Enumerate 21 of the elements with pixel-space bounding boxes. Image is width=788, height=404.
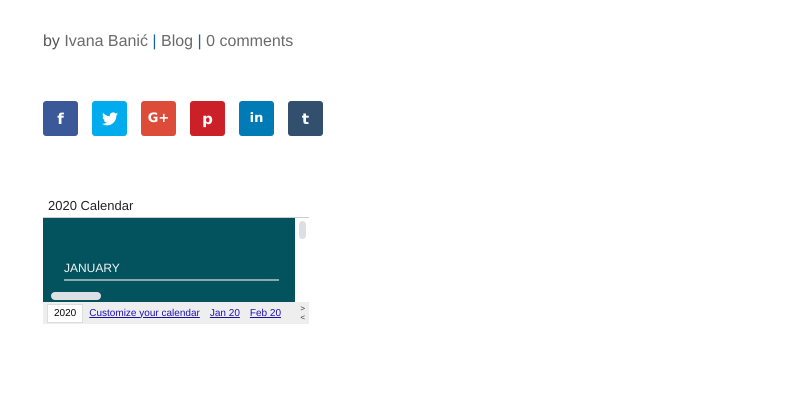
scrollbar-thumb[interactable] [298, 221, 306, 239]
facebook-share-button[interactable]: f [43, 101, 78, 136]
calendar-link[interactable]: Customize your calendar [89, 308, 200, 318]
comments-link[interactable]: 0 comments [206, 33, 294, 50]
author-link[interactable]: Ivana Banić [64, 33, 148, 50]
year-tab[interactable]: 2020 [47, 304, 84, 322]
linkedin-share-button[interactable]: in [239, 101, 274, 136]
scrollbar-thumb[interactable] [51, 292, 101, 300]
pinterest-share-button[interactable]: p [190, 101, 225, 136]
month-heading: JANUARY [64, 261, 279, 281]
post-byline: by Ivana Banić | Blog | 0 comments [43, 33, 294, 51]
scroll-right-button[interactable]: ˃ [300, 304, 305, 313]
scroll-left-button[interactable]: ˂ [300, 313, 305, 322]
twitter-share-button[interactable] [92, 101, 127, 136]
calendar-link[interactable]: Feb 20 [250, 308, 282, 318]
calendar-link[interactable]: Jan 20 [210, 308, 240, 318]
calendar-title: 2020 Calendar [47, 198, 134, 215]
bird-icon [102, 112, 118, 126]
tumblr-share-button[interactable]: t [288, 101, 323, 136]
googleplus-share-button[interactable]: G+ [141, 101, 176, 136]
category-link[interactable]: Blog [161, 33, 194, 50]
